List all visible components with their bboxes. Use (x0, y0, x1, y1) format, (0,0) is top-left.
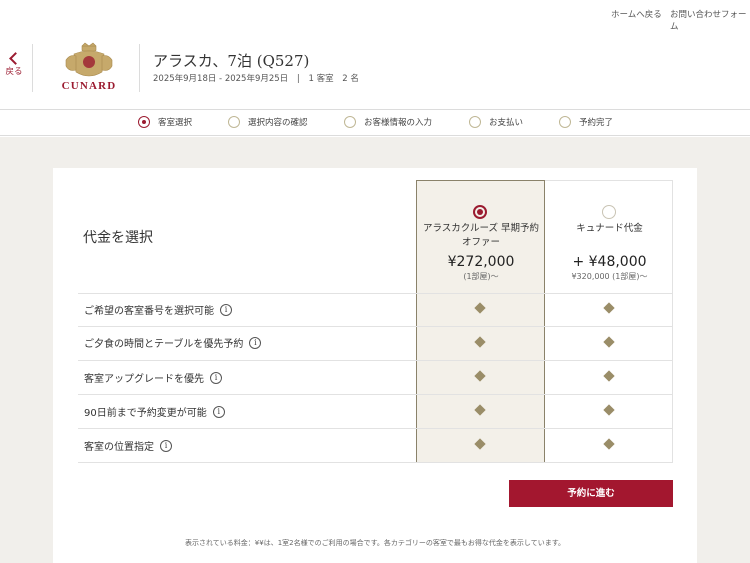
feature-label: 90日前まで予約変更が可能 (84, 408, 207, 419)
row-divider (78, 394, 673, 395)
step-label: 客室選択 (158, 118, 193, 128)
progress-steps: 客室選択 選択内容の確認 お客様情報の入力 お支払い 予約完了 (0, 110, 750, 136)
feature-label: ご希望の客室番号を選択可能 (84, 306, 214, 317)
row-divider (78, 293, 673, 294)
logo-wordmark: CUNARD (61, 80, 117, 92)
fare-price-note: (1部屋)～ (463, 272, 499, 281)
cabin-count: 1 客室 (308, 74, 334, 84)
feature-row: 90日前まで予約変更が可能 i (84, 404, 225, 419)
step-complete: 予約完了 (559, 116, 613, 128)
info-icon[interactable]: i (249, 336, 262, 349)
feature-row: ご希望の客室番号を選択可能 i (84, 302, 232, 317)
step-pending-icon (469, 116, 481, 128)
proceed-to-booking-button[interactable]: 予約に進む (509, 480, 673, 507)
price-disclaimer: 表示されている料金：¥¥は、1室2名様でのご利用の場合です。各カテゴリーの客室で… (185, 539, 565, 547)
fare-name-line1: キュナード代金 (576, 223, 643, 234)
cruise-details: 2025年9月18日 - 2025年9月25日 | 1 客室 2 名 (153, 72, 365, 84)
radio-selected-icon[interactable] (473, 205, 487, 219)
step-review: 選択内容の確認 (228, 116, 308, 128)
step-payment: お支払い (469, 116, 523, 128)
home-link[interactable]: ホームへ戻る (611, 8, 662, 20)
cruise-dates: 2025年9月18日 - 2025年9月25日 (153, 74, 289, 84)
fare-name: キュナード代金 (546, 222, 673, 236)
step-cabin-selection: 客室選択 (138, 116, 192, 128)
step-label: 選択内容の確認 (248, 118, 308, 128)
chevron-left-icon (9, 52, 22, 65)
fare-name-line1: アラスカクルーズ 早期予約 (422, 223, 540, 234)
feature-row: ご夕食の時間とテーブルを優先予約 i (84, 335, 262, 350)
back-label: 戻る (5, 67, 23, 77)
info-icon[interactable]: i (212, 405, 225, 418)
details-separator: | (296, 74, 300, 84)
row-divider (78, 326, 673, 327)
guest-count: 2 名 (342, 74, 359, 84)
fare-name: アラスカクルーズ 早期予約 オファー (418, 222, 544, 250)
step-pending-icon (559, 116, 571, 128)
feature-label: 客室の位置指定 (84, 442, 154, 453)
feature-label: ご夕食の時間とテーブルを優先予約 (84, 339, 244, 350)
row-divider (78, 360, 673, 361)
fare-name-line2: オファー (461, 237, 500, 248)
feature-row: 客室の位置指定 i (84, 438, 172, 453)
feature-label: 客室アップグレードを優先 (84, 374, 204, 385)
step-label: お支払い (489, 118, 524, 128)
info-icon[interactable]: i (210, 371, 222, 384)
fare-price: + ¥48,000 (572, 254, 647, 270)
info-icon[interactable]: i (220, 303, 232, 316)
divider (32, 44, 33, 92)
fare-price-note: ¥320,000 (1部屋)～ (571, 272, 648, 281)
fare-price: ¥272,000 (447, 254, 515, 270)
cruise-title: アラスカ、7泊 (Q527) (153, 52, 310, 70)
crest-icon (65, 42, 113, 77)
radio-unselected-icon[interactable] (602, 205, 616, 219)
step-guest-info: お客様情報の入力 (344, 116, 432, 128)
info-icon[interactable]: i (160, 439, 172, 452)
step-label: お客様情報の入力 (364, 118, 433, 128)
divider (139, 44, 140, 92)
row-divider (78, 428, 673, 429)
step-pending-icon (344, 116, 356, 128)
top-utility-bar: ホームへ戻る お問い合わせフォーム (0, 0, 750, 32)
step-pending-icon (228, 116, 240, 128)
step-label: 予約完了 (579, 118, 614, 128)
step-active-icon (138, 116, 150, 128)
feature-row: 客室アップグレードを優先 i (84, 370, 222, 385)
cunard-logo[interactable]: CUNARD (54, 42, 124, 98)
fare-selection-title: 代金を選択 (83, 230, 153, 246)
header: 戻る CUNARD アラスカ、7泊 (Q527) 2025年9月18日 - 20… (0, 28, 750, 110)
row-divider (78, 462, 673, 463)
back-button[interactable]: 戻る (3, 52, 25, 77)
